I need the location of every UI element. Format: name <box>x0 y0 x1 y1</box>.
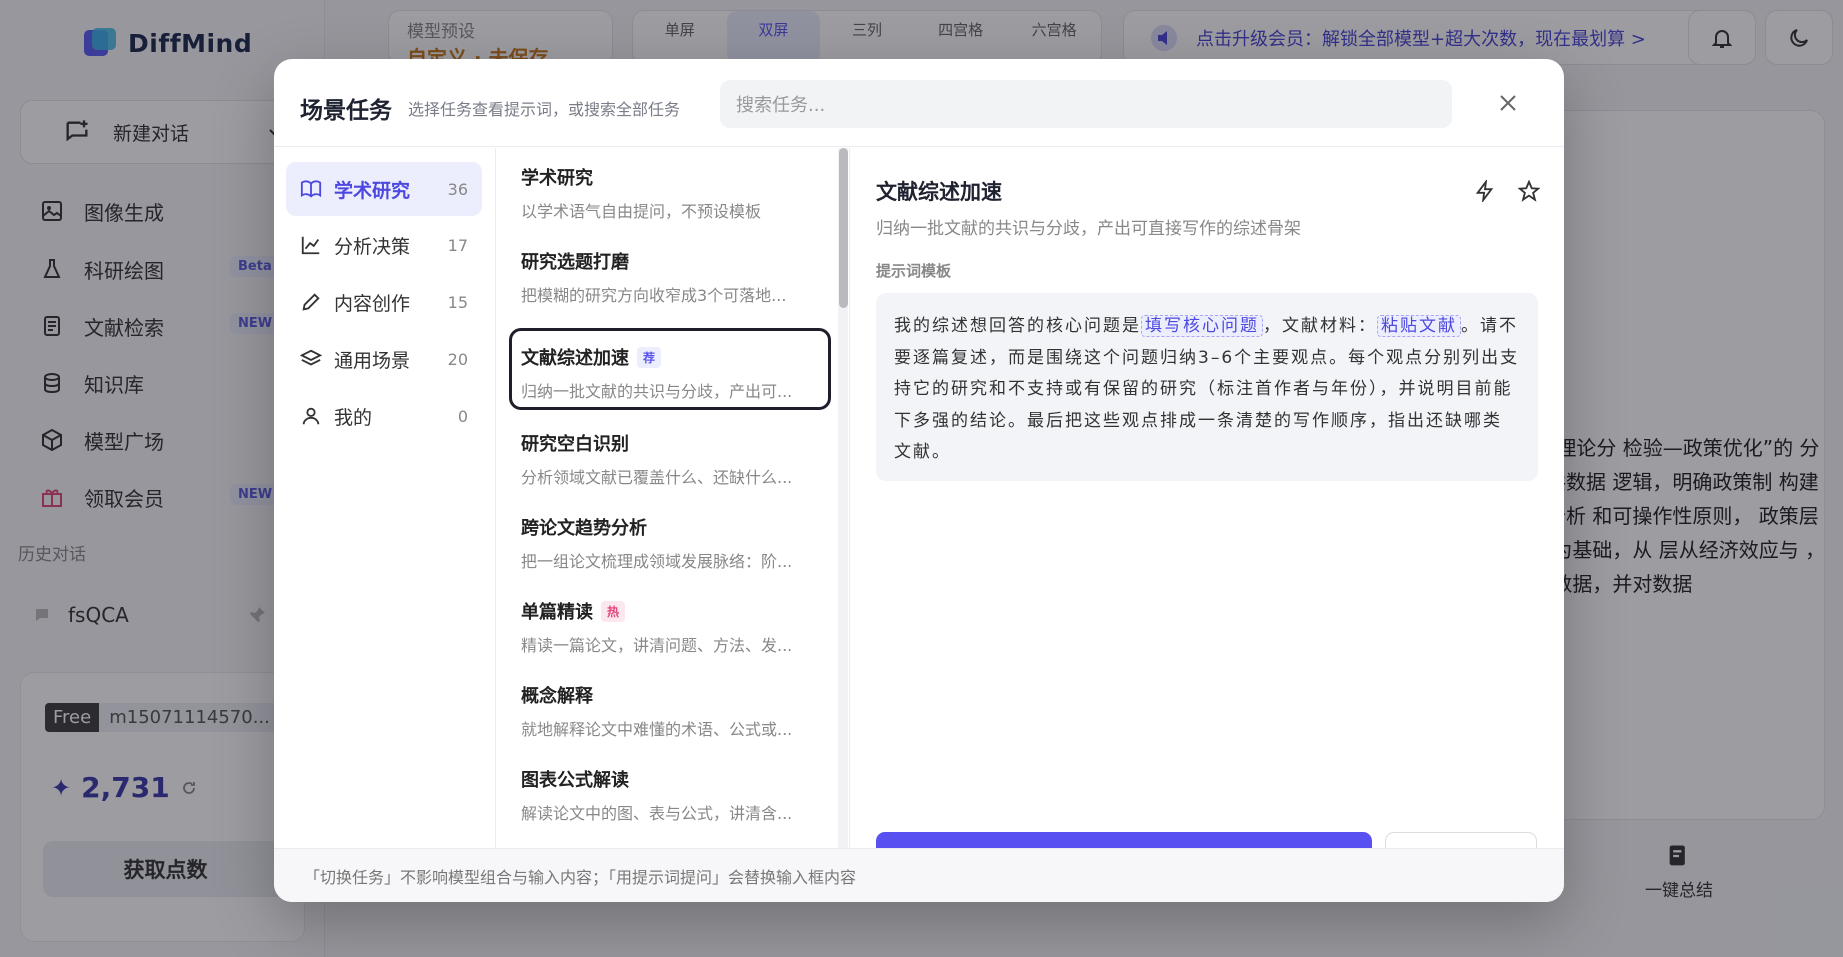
category-count: 20 <box>447 349 468 369</box>
task-title: 研究空白识别 <box>521 434 629 455</box>
pencil-icon <box>302 293 320 311</box>
prompt-template: 我的综述想回答的核心问题是 填写核心问题 ，文献材料： 粘贴文献 。请不要逐篇复述，而是… <box>876 293 1538 481</box>
category-count: 17 <box>447 235 468 255</box>
task-item[interactable]: 单篇精读热 精读一篇论文，讲清问题、方法、发... <box>509 582 831 664</box>
category-count: 0 <box>457 406 468 426</box>
chart-icon <box>301 236 320 255</box>
template-label: 提示词模板 <box>876 262 952 280</box>
literature-placeholder[interactable]: 粘贴文献 <box>1377 315 1461 337</box>
search-placeholder: 搜索任务... <box>736 95 826 116</box>
category-count: 36 <box>447 179 468 199</box>
prompt-text: 我的综述想回答的核心问题是 <box>894 316 1141 336</box>
close-icon[interactable] <box>1496 91 1520 115</box>
category-label: 通用场景 <box>334 349 411 372</box>
user-icon <box>302 407 320 425</box>
scrollbar-thumb[interactable] <box>839 148 848 308</box>
task-list-scrollbar[interactable] <box>838 148 848 848</box>
modal-footer: 「切换任务」不影响模型组合与输入内容；「用提示词提问」会替换输入框内容 <box>274 848 1564 902</box>
category-mine[interactable]: 我的 0 <box>286 389 482 443</box>
task-desc: 解读论文中的图、表与公式，讲清含... <box>521 804 793 823</box>
task-title: 概念解释 <box>521 686 593 707</box>
detail-title: 文献综述加速 <box>876 180 1002 204</box>
task-item[interactable]: 概念解释 就地解释论文中难懂的术语、公式或... <box>509 666 831 748</box>
task-title: 图表公式解读 <box>521 770 629 791</box>
task-desc: 分析领域文献已覆盖什么、还缺什么... <box>521 468 793 487</box>
task-item[interactable]: 研究空白识别 分析领域文献已覆盖什么、还缺什么... <box>509 414 831 496</box>
layers-icon <box>300 349 322 366</box>
category-general[interactable]: 通用场景 20 <box>286 332 482 386</box>
task-search-input[interactable]: 搜索任务... <box>720 80 1452 128</box>
scene-task-modal: 场景任务 选择任务查看提示词，或搜索全部任务 搜索任务... 学术研究 36 分… <box>274 59 1564 902</box>
task-desc: 归纳一批文献的共识与分歧，产出可... <box>521 382 793 401</box>
category-academic[interactable]: 学术研究 36 <box>286 162 482 216</box>
star-icon[interactable] <box>1518 180 1540 202</box>
task-item[interactable]: 研究选题打磨 把模糊的研究方向收窄成3个可落地... <box>509 232 831 314</box>
category-list: 学术研究 36 分析决策 17 内容创作 15 通用场景 20 我的 0 <box>274 148 496 848</box>
modal-subtitle: 选择任务查看提示词，或搜索全部任务 <box>408 100 681 119</box>
task-title: 研究选题打磨 <box>521 252 629 273</box>
category-analysis[interactable]: 分析决策 17 <box>286 218 482 272</box>
core-question-placeholder[interactable]: 填写核心问题 <box>1141 315 1263 337</box>
task-item-selected[interactable]: 文献综述加速荐 归纳一批文献的共识与分歧，产出可... <box>509 328 831 410</box>
footer-hint: 「切换任务」不影响模型组合与输入内容；「用提示词提问」会替换输入框内容 <box>304 867 857 887</box>
task-list: 学术研究 以学术语气自由提问，不预设模板 研究选题打磨 把模糊的研究方向收窄成3… <box>497 148 833 848</box>
prompt-text: ，文献材料： <box>1263 316 1377 336</box>
lightning-icon[interactable] <box>1474 180 1496 202</box>
category-count: 15 <box>447 292 468 312</box>
hot-badge: 热 <box>601 600 626 622</box>
task-desc: 把模糊的研究方向收窄成3个可落地... <box>521 286 787 305</box>
task-title: 文献综述加速 <box>521 348 629 369</box>
detail-actions <box>1474 180 1540 202</box>
task-desc: 把一组论文梳理成领域发展脉络：阶... <box>521 552 793 571</box>
modal-title: 场景任务 <box>300 98 392 124</box>
category-label: 内容创作 <box>334 292 411 315</box>
task-desc: 以学术语气自由提问，不预设模板 <box>521 202 762 221</box>
task-desc: 精读一篇论文，讲清问题、方法、发... <box>521 636 793 655</box>
task-title: 单篇精读 <box>521 602 593 623</box>
recommended-badge: 荐 <box>637 346 662 368</box>
category-label: 分析决策 <box>334 235 411 258</box>
book-icon <box>300 180 322 198</box>
modal-header: 场景任务 选择任务查看提示词，或搜索全部任务 搜索任务... <box>274 59 1564 147</box>
category-label: 学术研究 <box>334 179 411 202</box>
task-detail: 文献综述加速 归纳一批文献的共识与分歧，产出可直接写作的综述骨架 提示词模板 我… <box>849 148 1564 886</box>
task-desc: 就地解释论文中难懂的术语、公式或... <box>521 720 793 739</box>
prompt-text: 。请不要逐篇复述，而是围绕这个问题归纳3–6个主要观点。每个观点分别列出支持它的… <box>894 316 1520 462</box>
task-item[interactable]: 图表公式解读 解读论文中的图、表与公式，讲清含... <box>509 750 831 832</box>
category-writing[interactable]: 内容创作 15 <box>286 275 482 329</box>
task-item[interactable]: 跨论文趋势分析 把一组论文梳理成领域发展脉络：阶... <box>509 498 831 580</box>
task-title: 跨论文趋势分析 <box>521 518 647 539</box>
category-label: 我的 <box>334 406 373 429</box>
task-title: 学术研究 <box>521 168 593 189</box>
detail-description: 归纳一批文献的共识与分歧，产出可直接写作的综述骨架 <box>876 219 1301 239</box>
task-item[interactable]: 学术研究 以学术语气自由提问，不预设模板 <box>509 148 831 230</box>
